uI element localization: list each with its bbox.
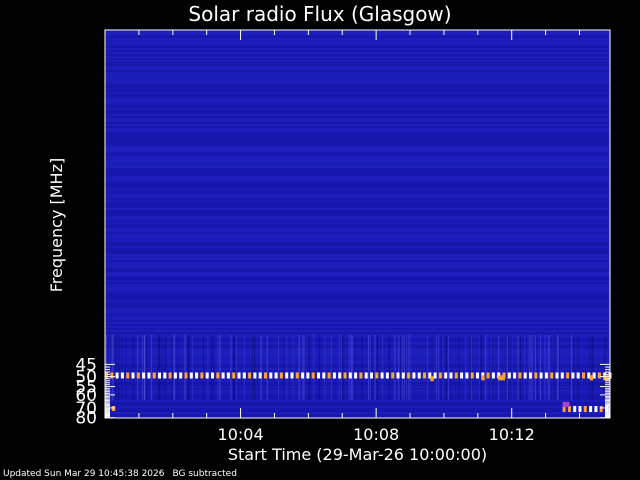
y-tick-label: 80	[75, 409, 97, 429]
feature-spot-7	[603, 375, 610, 381]
feature-spot-3	[430, 376, 434, 382]
updated-timestamp: Updated Sun Mar 29 10:45:38 2026	[3, 469, 165, 479]
y-axis-label: Frequency [MHz]	[47, 158, 66, 292]
footer: Updated Sun Mar 29 10:45:38 2026 BG subtr…	[3, 469, 245, 479]
spectrogram-chart: 45505560708010:04 10:08 10:12Frequency [MH…	[47, 29, 612, 444]
x-tick-label: 10:12	[489, 425, 535, 444]
feature-band-2	[562, 406, 608, 412]
chart-title: Solar radio Flux (Glasgow)	[188, 2, 452, 26]
feature-spot-6	[589, 375, 594, 381]
x-tick-label: 10:08	[353, 425, 399, 444]
x-axis-label: Start Time (29-Mar-26 10:00:00)	[227, 445, 488, 464]
feature-spot-5	[498, 375, 505, 381]
x-tick-label: 10:04	[218, 425, 264, 444]
feature-spot-1	[111, 406, 116, 411]
bg-note: BG subtracted	[172, 469, 237, 479]
feature-spot-faint-8	[562, 402, 570, 407]
feature-spot-4	[481, 375, 485, 381]
